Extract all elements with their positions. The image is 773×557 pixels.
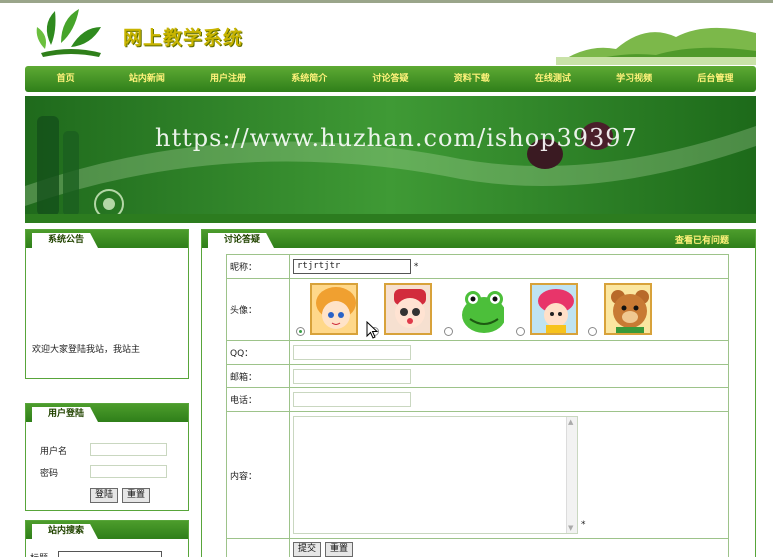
password-input[interactable]: [90, 465, 167, 478]
nav-item-about[interactable]: 系统简介: [269, 66, 350, 92]
view-questions-link[interactable]: 查看已有问题: [675, 233, 729, 246]
search-panel-header: 站内搜索: [26, 521, 188, 539]
content-textarea[interactable]: [293, 416, 578, 534]
avatar-radio-5[interactable]: [588, 327, 597, 336]
nav-item-admin[interactable]: 后台管理: [675, 66, 756, 92]
search-title-label: 标题: [30, 551, 48, 557]
avatar-girl-icon[interactable]: [310, 283, 358, 335]
notice-panel: 系统公告 欢迎大家登陆我站，我站主: [25, 229, 189, 379]
content-label: 内容：: [226, 411, 290, 539]
phone-input[interactable]: [293, 392, 411, 407]
search-input[interactable]: [58, 551, 162, 557]
email-row: 邮箱：: [226, 364, 729, 388]
avatar-frog-icon[interactable]: [458, 283, 506, 335]
hills-decoration-icon: [556, 27, 756, 65]
notice-scroll-text: 欢迎大家登陆我站，我站主: [32, 345, 141, 355]
avatar-row: 头像：: [226, 278, 729, 341]
main-nav: 首页 站内新闻 用户注册 系统简介 讨论答疑 资料下载 在线测试 学习视频 后台…: [25, 66, 756, 92]
avatar-radio-4[interactable]: [516, 327, 525, 336]
site-header: 网上教学系统: [25, 3, 756, 65]
phone-row: 电话：: [226, 387, 729, 412]
avatar-choices: [289, 278, 729, 341]
watermark-text: https://www.huzhan.com/ishop39397: [155, 124, 638, 152]
email-input[interactable]: [293, 368, 411, 384]
email-label: 邮箱：: [226, 364, 290, 388]
qq-row: QQ：: [226, 340, 729, 365]
login-panel: 用户登陆 用户名 密码 登陆 重置: [25, 403, 189, 511]
banner-image: [25, 96, 756, 223]
username-label: 用户名: [40, 447, 68, 457]
nav-item-home[interactable]: 首页: [25, 66, 106, 92]
login-reset-button[interactable]: 重置: [122, 488, 150, 503]
site-title: 网上教学系统: [123, 27, 244, 49]
login-button[interactable]: 登陆: [90, 488, 118, 503]
submit-button[interactable]: 提交: [293, 542, 321, 557]
avatar-bear-icon[interactable]: [604, 283, 652, 335]
nav-item-online-test[interactable]: 在线测试: [512, 66, 593, 92]
content-required-mark: *: [581, 520, 586, 530]
notice-panel-title: 系统公告: [32, 233, 99, 248]
nav-item-news[interactable]: 站内新闻: [106, 66, 187, 92]
nav-item-register[interactable]: 用户注册: [187, 66, 268, 92]
qq-input[interactable]: [293, 345, 411, 360]
username-input[interactable]: [90, 443, 167, 456]
nickname-label: 昵称：: [226, 254, 290, 279]
content-row: 内容： *: [226, 411, 729, 539]
nickname-input[interactable]: rtjrtjtr: [293, 259, 411, 274]
form-reset-button[interactable]: 重置: [325, 542, 353, 557]
actions-row: 提交 重置: [226, 538, 729, 557]
avatar-radio-1[interactable]: [296, 327, 305, 336]
avatar-baby-icon[interactable]: [384, 283, 432, 335]
leaf-logo-icon: [36, 9, 101, 57]
nav-item-discussion[interactable]: 讨论答疑: [350, 66, 431, 92]
discussion-panel-title: 讨论答疑: [208, 233, 275, 248]
nickname-required-mark: *: [413, 262, 419, 272]
search-panel: 站内搜索 标题: [25, 520, 189, 557]
nickname-row: 昵称： rtjrtjtr *: [226, 254, 729, 279]
search-panel-title: 站内搜索: [32, 524, 99, 539]
qq-label: QQ：: [226, 340, 290, 365]
discussion-panel-header: 讨论答疑 查看已有问题: [202, 230, 755, 248]
notice-panel-header: 系统公告: [26, 230, 188, 248]
password-label: 密码: [40, 469, 59, 479]
nav-item-videos[interactable]: 学习视频: [594, 66, 675, 92]
mouse-cursor-icon: [366, 321, 378, 339]
avatar-pink-girl-icon[interactable]: [530, 283, 578, 335]
avatar-label: 头像：: [226, 278, 290, 341]
login-panel-title: 用户登陆: [32, 407, 99, 422]
discussion-panel: 讨论答疑 查看已有问题 昵称： rtjrtjtr * 头像： QQ： 邮箱： 电…: [201, 229, 756, 557]
phone-label: 电话：: [226, 387, 290, 412]
login-panel-header: 用户登陆: [26, 404, 188, 422]
banner: https://www.huzhan.com/ishop39397: [25, 96, 756, 223]
question-form: 昵称： rtjrtjtr * 头像： QQ： 邮箱： 电话： 内容： ▲ ▼ *…: [226, 254, 729, 557]
nav-item-downloads[interactable]: 资料下载: [431, 66, 512, 92]
content-scrollbar[interactable]: [566, 417, 577, 533]
avatar-radio-3[interactable]: [444, 327, 453, 336]
